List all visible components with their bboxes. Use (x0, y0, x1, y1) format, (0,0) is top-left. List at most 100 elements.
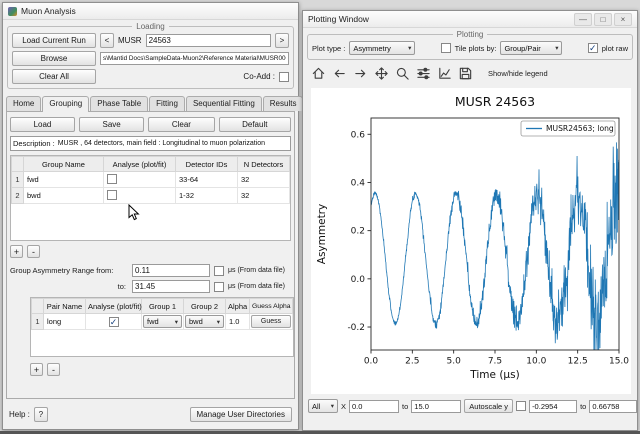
clear-all-button[interactable]: Clear All (12, 69, 96, 84)
tab-home[interactable]: Home (6, 96, 41, 111)
muon-analysis-window: Muon Analysis Loading Load Current Run <… (2, 2, 299, 430)
grouping-clear-button[interactable]: Clear (148, 117, 214, 132)
x-to-label: to (402, 402, 408, 411)
sliders-icon (416, 66, 431, 81)
analyse-checkbox[interactable] (107, 190, 117, 200)
group-name-cell[interactable]: fwd (24, 172, 104, 188)
next-run-button[interactable]: > (275, 33, 289, 48)
svg-text:-0.2: -0.2 (347, 323, 365, 333)
chevron-down-icon: ▾ (331, 402, 334, 410)
loading-group: Loading Load Current Run < MUSR > Browse… (7, 22, 294, 89)
plot-scope-dropdown[interactable]: All▾ (308, 399, 338, 413)
y-range-checkbox[interactable] (516, 401, 526, 411)
pair-group2-dropdown[interactable]: bwd▾ (185, 315, 224, 328)
grouping-default-button[interactable]: Default (219, 117, 291, 132)
grouping-save-button[interactable]: Save (79, 117, 144, 132)
x-range-label: X (341, 402, 346, 411)
home-button[interactable] (309, 65, 328, 82)
x-max-input[interactable] (411, 400, 461, 413)
co-add-checkbox[interactable] (279, 72, 289, 82)
plot-type-dropdown[interactable]: Asymmetry▾ (349, 41, 415, 55)
tile-plots-label: Tile plots by: (455, 44, 497, 53)
group-table: Group Name Analyse (plot/fit) Detector I… (10, 155, 291, 241)
autoscale-y-button[interactable]: Autoscale y (464, 399, 513, 413)
load-current-run-button[interactable]: Load Current Run (12, 33, 96, 48)
pair-table-corner (32, 299, 44, 314)
n-detectors-cell: 32 (238, 172, 290, 188)
x-min-input[interactable] (349, 400, 399, 413)
tab-sequential-fitting[interactable]: Sequential Fitting (186, 96, 262, 111)
guess-alpha-button[interactable]: Guess (251, 315, 291, 328)
remove-group-button[interactable]: - (27, 245, 40, 258)
help-button[interactable]: ? (34, 407, 48, 422)
svg-text:2.5: 2.5 (405, 357, 419, 367)
group-table-header-ndet: N Detectors (238, 157, 290, 172)
run-number-input[interactable] (146, 34, 271, 47)
tab-grouping[interactable]: Grouping (42, 96, 89, 112)
add-pair-button[interactable]: + (30, 363, 43, 376)
zoom-button[interactable] (393, 65, 412, 82)
row-number: 1 (12, 172, 24, 188)
svg-text:0.2: 0.2 (351, 227, 365, 237)
file-path-input[interactable] (100, 52, 289, 65)
muon-window-title: Muon Analysis (21, 6, 76, 16)
group-table-row-fwd[interactable]: 1 fwd 33-64 32 (12, 172, 290, 188)
pair-name-cell[interactable]: long (44, 314, 86, 330)
previous-run-button[interactable]: < (100, 33, 114, 48)
asymmetry-range-to-input[interactable] (132, 280, 210, 293)
subplot-config-button[interactable] (414, 65, 433, 82)
alpha-cell[interactable]: 1.0 (226, 314, 250, 330)
tile-by-dropdown[interactable]: Group/Pair▾ (500, 41, 562, 55)
floppy-save-icon (458, 66, 473, 81)
muon-window-titlebar[interactable]: Muon Analysis (3, 3, 298, 20)
chevron-down-icon: ▾ (217, 318, 220, 326)
group-name-cell[interactable]: bwd (24, 188, 104, 204)
svg-text:12.5: 12.5 (568, 357, 588, 367)
y-min-input[interactable] (529, 400, 577, 413)
plot-raw-label: plot raw (602, 44, 628, 53)
maximize-icon[interactable]: □ (594, 13, 612, 26)
detector-ids-cell[interactable]: 1-32 (176, 188, 238, 204)
svg-text:7.5: 7.5 (488, 357, 502, 367)
forward-button[interactable] (351, 65, 370, 82)
close-icon[interactable]: × (614, 13, 632, 26)
tab-fitting[interactable]: Fitting (149, 96, 185, 111)
tab-phase-table[interactable]: Phase Table (90, 96, 148, 111)
plot-figure: 0.02.55.07.510.012.515.0-0.20.00.20.40.6… (311, 88, 631, 394)
pair-group1-dropdown[interactable]: fwd▾ (143, 315, 182, 328)
minimize-icon[interactable]: — (574, 13, 592, 26)
add-group-button[interactable]: + (10, 245, 23, 258)
grouping-load-button[interactable]: Load (10, 117, 75, 132)
svg-text:MUSR24563; long: MUSR24563; long (546, 124, 614, 133)
show-hide-legend-button[interactable]: Show/hide legend (483, 66, 553, 81)
remove-pair-button[interactable]: - (47, 363, 60, 376)
pan-button[interactable] (372, 65, 391, 82)
y-max-input[interactable] (589, 400, 637, 413)
manage-user-directories-button[interactable]: Manage User Directories (190, 407, 292, 422)
description-value: MUSR , 64 detectors, main field : Longit… (58, 140, 265, 147)
range-from-file-checkbox[interactable] (214, 266, 224, 276)
instrument-label: MUSR (118, 36, 142, 45)
svg-text:0.0: 0.0 (364, 357, 379, 367)
arrow-right-icon (353, 66, 368, 81)
range-to-file-checkbox[interactable] (214, 282, 224, 292)
plotting-window-titlebar[interactable]: Plotting Window — □ × (303, 11, 637, 28)
app-icon (8, 7, 17, 16)
pair-analyse-checkbox[interactable]: ✓ (109, 317, 119, 327)
pan-icon (374, 66, 389, 81)
analyse-checkbox[interactable] (107, 174, 117, 184)
browse-button[interactable]: Browse (12, 51, 96, 66)
asymmetry-range-from-input[interactable] (132, 264, 210, 277)
group-table-header-analyse: Analyse (plot/fit) (104, 157, 176, 172)
detector-ids-cell[interactable]: 33-64 (176, 172, 238, 188)
asymmetry-plot[interactable]: 0.02.55.07.510.012.515.0-0.20.00.20.40.6… (311, 88, 631, 394)
back-button[interactable] (330, 65, 349, 82)
tile-plots-checkbox[interactable] (441, 43, 451, 53)
row-number: 1 (32, 314, 44, 330)
tab-results[interactable]: Results (263, 96, 304, 111)
pair-table-row-long[interactable]: 1 long ✓ fwd▾ bwd▾ 1.0 Guess (32, 314, 293, 330)
axes-options-button[interactable] (435, 65, 454, 82)
save-button[interactable] (456, 65, 475, 82)
plot-raw-checkbox[interactable]: ✓ (588, 43, 598, 53)
group-table-row-bwd[interactable]: 2 bwd 1-32 32 (12, 188, 290, 204)
